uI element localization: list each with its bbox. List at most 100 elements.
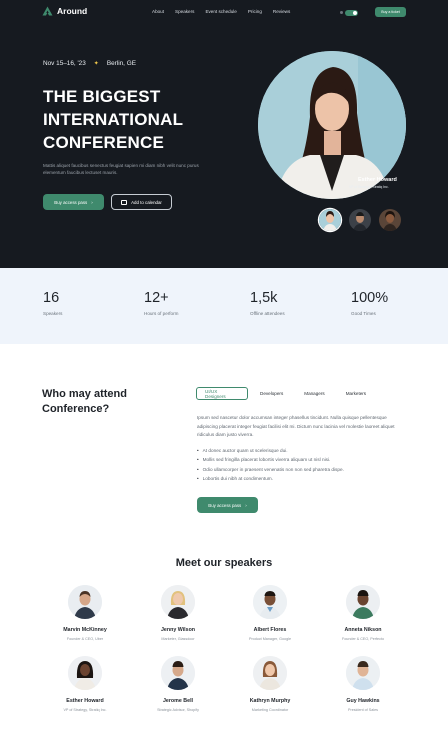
audience-description: Ipsum sed nascetur dolor accumsan intege…	[197, 415, 395, 437]
tab-marketers[interactable]: Marketers	[338, 387, 374, 400]
speakers-title: Meet our speakers	[175, 557, 273, 569]
stat-speakers: 16 Speakers	[43, 290, 62, 316]
stat-value: 16	[43, 290, 60, 306]
speaker-name: Guy Hawkins	[346, 698, 380, 704]
thumb-avatar	[319, 209, 341, 231]
brand-name: Around	[57, 6, 88, 16]
list-item: At donec auctor quam ut scelerisque dui.	[197, 446, 406, 455]
speaker-role: Founder & CEO, Perfecto	[341, 637, 384, 641]
stat-value: 1,5k	[250, 290, 278, 306]
nav-link-pricing[interactable]: Pricing	[248, 9, 262, 14]
speaker-card[interactable]: Albert Flores Product Manager, Google	[230, 585, 310, 641]
buy-ticket-button[interactable]: Buy a ticket	[375, 7, 406, 17]
speaker-card[interactable]: Jerome Bell Strategic Advisor, Shopify	[138, 656, 218, 712]
toggle-knob	[353, 10, 357, 15]
event-date: Nov 15–16, '23	[43, 60, 86, 67]
speaker-name: Jenny Wilson	[160, 627, 196, 633]
avatar	[68, 656, 102, 690]
sparkle-icon: ✦	[93, 61, 99, 67]
button-label: Buy access pass	[208, 502, 242, 508]
list-item: Odio ullamcorper in praesent venenatis n…	[197, 465, 406, 474]
stats-section: 16 Speakers 12+ Hours of perform 1,5k Of…	[0, 268, 448, 344]
button-label: Buy access pass	[54, 199, 88, 205]
speaker-thumbnails	[319, 209, 401, 231]
speaker-name: Esther Howard	[66, 698, 104, 704]
event-location: Berlin, GE	[106, 60, 136, 67]
stat-label: Good Times	[351, 311, 376, 316]
avatar	[346, 585, 380, 619]
hero-title-line: CONFERENCE	[43, 133, 165, 152]
toggle-track	[345, 9, 358, 16]
nav-link-speakers[interactable]: Speakers	[175, 9, 194, 14]
hero-title: THE BIGGEST INTERNATIONAL CONFERENCE	[43, 85, 223, 154]
avatar	[253, 585, 287, 619]
speaker-card[interactable]: Anneta Nikson Founder & CEO, Perfecto	[323, 585, 403, 641]
avatar	[253, 656, 287, 690]
theme-light-icon	[340, 11, 343, 14]
audience-tabs: UI/UX Designers Developers Managers Mark…	[196, 387, 374, 400]
hero-title-line: INTERNATIONAL	[43, 110, 184, 129]
speaker-role: Marketer, Glassdoor	[161, 637, 195, 641]
avatar	[68, 585, 102, 619]
list-item: Mollis sed fringilla placerat lobortis v…	[197, 455, 406, 464]
list-item: Lobortis dui nibh at condimentum.	[197, 474, 406, 483]
speaker-thumb-2[interactable]	[349, 209, 371, 231]
who-may-attend-title: Who may attend Conference?	[42, 388, 127, 415]
stat-hours: 12+ Hours of perform	[144, 290, 178, 316]
button-label: Add to calendar	[131, 199, 162, 205]
tab-uiux-designers[interactable]: UI/UX Designers	[196, 387, 248, 400]
stat-value: 100%	[351, 290, 389, 306]
calendar-icon	[121, 199, 128, 205]
stat-label: Hours of perform	[144, 311, 179, 316]
arrow-right-icon: ›	[245, 502, 247, 508]
speaker-thumb-1[interactable]	[319, 209, 341, 231]
arrow-right-icon: ›	[91, 199, 93, 205]
speaker-thumb-3[interactable]	[379, 209, 401, 231]
nav-link-reviews[interactable]: Reviews	[273, 9, 290, 14]
speaker-name: Jerome Bell	[162, 698, 194, 704]
buy-access-pass-button-secondary[interactable]: Buy access pass ›	[197, 497, 258, 513]
hero-title-line: THE BIGGEST	[43, 87, 161, 106]
thumb-avatar	[379, 209, 401, 231]
stat-label: Offline attendees	[250, 311, 285, 316]
logo-icon	[42, 6, 53, 16]
tab-developers[interactable]: Developers	[252, 387, 291, 400]
avatar	[346, 656, 380, 690]
stat-value: 12+	[144, 290, 169, 306]
speaker-role: President of Sales	[348, 708, 378, 712]
tab-managers[interactable]: Managers	[296, 387, 332, 400]
speaker-card[interactable]: Esther Howard VP of Strategy, Stratiq In…	[45, 656, 125, 712]
speaker-role: VP of Strategy, Stratiq Inc.	[63, 708, 107, 712]
speaker-role: Strategic Advisor, Shopify	[157, 708, 199, 712]
brand-logo[interactable]: Around	[42, 6, 87, 16]
speaker-name: Kathryn Murphy	[249, 698, 291, 704]
speaker-name: Albert Flores	[253, 627, 287, 633]
nav-links: About Speakers Event schedule Pricing Re…	[152, 9, 290, 14]
avatar	[161, 585, 195, 619]
nav-link-about[interactable]: About	[152, 9, 164, 14]
speaker-role: Marketing Coordinator	[251, 708, 289, 712]
stat-label: Speakers	[43, 311, 63, 316]
hero-section: Around About Speakers Event schedule Pri…	[0, 0, 448, 268]
speaker-name: Marvin McKinney	[63, 627, 107, 633]
avatar	[161, 656, 195, 690]
top-nav: Around About Speakers Event schedule Pri…	[0, 0, 448, 24]
featured-speaker-role: VP of Strategy, Stratiq Inc.	[349, 185, 389, 189]
speaker-card[interactable]: Guy Hawkins President of Sales	[323, 656, 403, 712]
speaker-card[interactable]: Marvin McKinney Founder & CEO, Uber	[45, 585, 125, 641]
stat-attendees: 1,5k Offline attendees	[250, 290, 285, 316]
speaker-role: Product Manager, Google	[248, 637, 292, 641]
event-meta: Nov 15–16, '23 ✦ Berlin, GE	[43, 60, 136, 67]
speaker-role: Founder & CEO, Uber	[66, 637, 104, 641]
speaker-card[interactable]: Jenny Wilson Marketer, Glassdoor	[138, 585, 218, 641]
buy-access-pass-button[interactable]: Buy access pass ›	[43, 194, 104, 210]
stat-good-times: 100% Good Times	[351, 290, 388, 316]
nav-link-event-schedule[interactable]: Event schedule	[205, 9, 236, 14]
speaker-card[interactable]: Kathryn Murphy Marketing Coordinator	[230, 656, 310, 712]
add-to-calendar-button[interactable]: Add to calendar	[111, 194, 172, 210]
hero-description: Mattis aliquet faucibus senectus feugiat…	[43, 163, 199, 175]
featured-speaker-name: Esther Howard	[358, 177, 397, 183]
thumb-avatar	[349, 209, 371, 231]
speaker-name: Anneta Nikson	[344, 627, 382, 633]
theme-toggle[interactable]	[340, 9, 360, 16]
